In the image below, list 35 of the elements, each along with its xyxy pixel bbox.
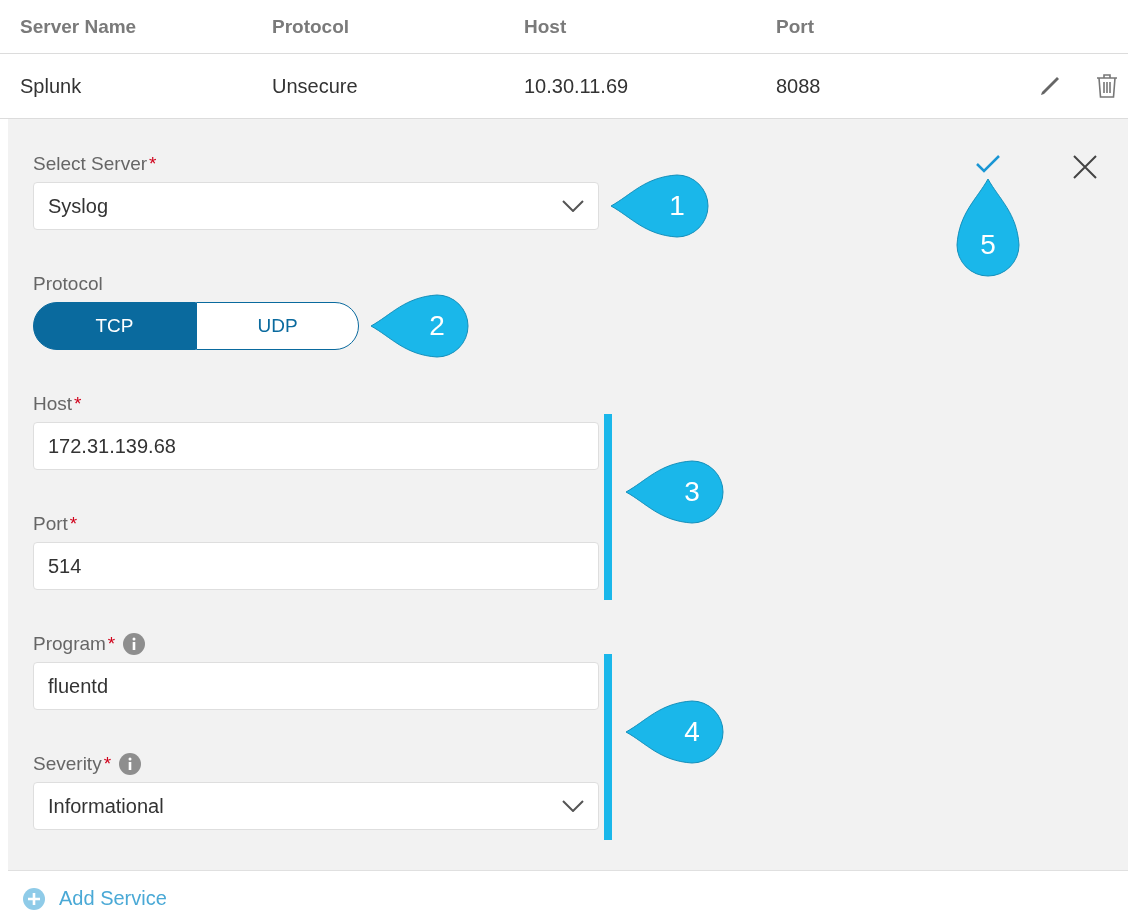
input-field[interactable]: fluentd [33, 662, 599, 710]
select-dropdown[interactable]: Informational [33, 782, 599, 830]
table-cell-text: Splunk [20, 74, 83, 98]
select-dropdown[interactable]: Syslog [33, 182, 599, 230]
input-field[interactable]: 514 [33, 542, 599, 590]
field-label: Program* [33, 633, 116, 655]
pencil-icon[interactable] [1038, 74, 1062, 98]
info-icon[interactable] [119, 753, 142, 775]
close-button[interactable] [1072, 154, 1098, 180]
info-icon[interactable] [123, 633, 146, 655]
field-label: Host* [33, 393, 82, 415]
column-header: Protocol [272, 15, 351, 38]
table-cell-text: Unsecure [272, 74, 359, 98]
protocol-toggle-option[interactable]: UDP [196, 302, 359, 350]
column-header: Host [524, 15, 568, 38]
callout-number: 4 [683, 716, 701, 748]
callout-number: 5 [979, 229, 997, 261]
callout-number: 2 [428, 310, 446, 342]
table-cell-text: 10.30.11.69 [524, 74, 630, 98]
table-cell-text: 8088 [776, 74, 822, 98]
field-label: Select Server* [33, 153, 157, 175]
callout-number: 3 [683, 476, 701, 508]
trash-icon[interactable] [1096, 73, 1118, 99]
confirm-check-button[interactable] [975, 154, 1001, 174]
field-label: Protocol [33, 273, 103, 295]
field-label: Severity* [33, 753, 112, 775]
field-label: Port* [33, 513, 78, 535]
column-header: Server Name [20, 15, 138, 38]
callout-number: 1 [668, 190, 686, 222]
column-header: Port [776, 15, 815, 38]
protocol-toggle-option[interactable]: TCP [33, 302, 196, 350]
input-field[interactable]: 172.31.139.68 [33, 422, 599, 470]
chevron-down-icon [562, 200, 584, 212]
chevron-down-icon [562, 800, 584, 812]
plus-circle-icon[interactable] [23, 887, 45, 910]
